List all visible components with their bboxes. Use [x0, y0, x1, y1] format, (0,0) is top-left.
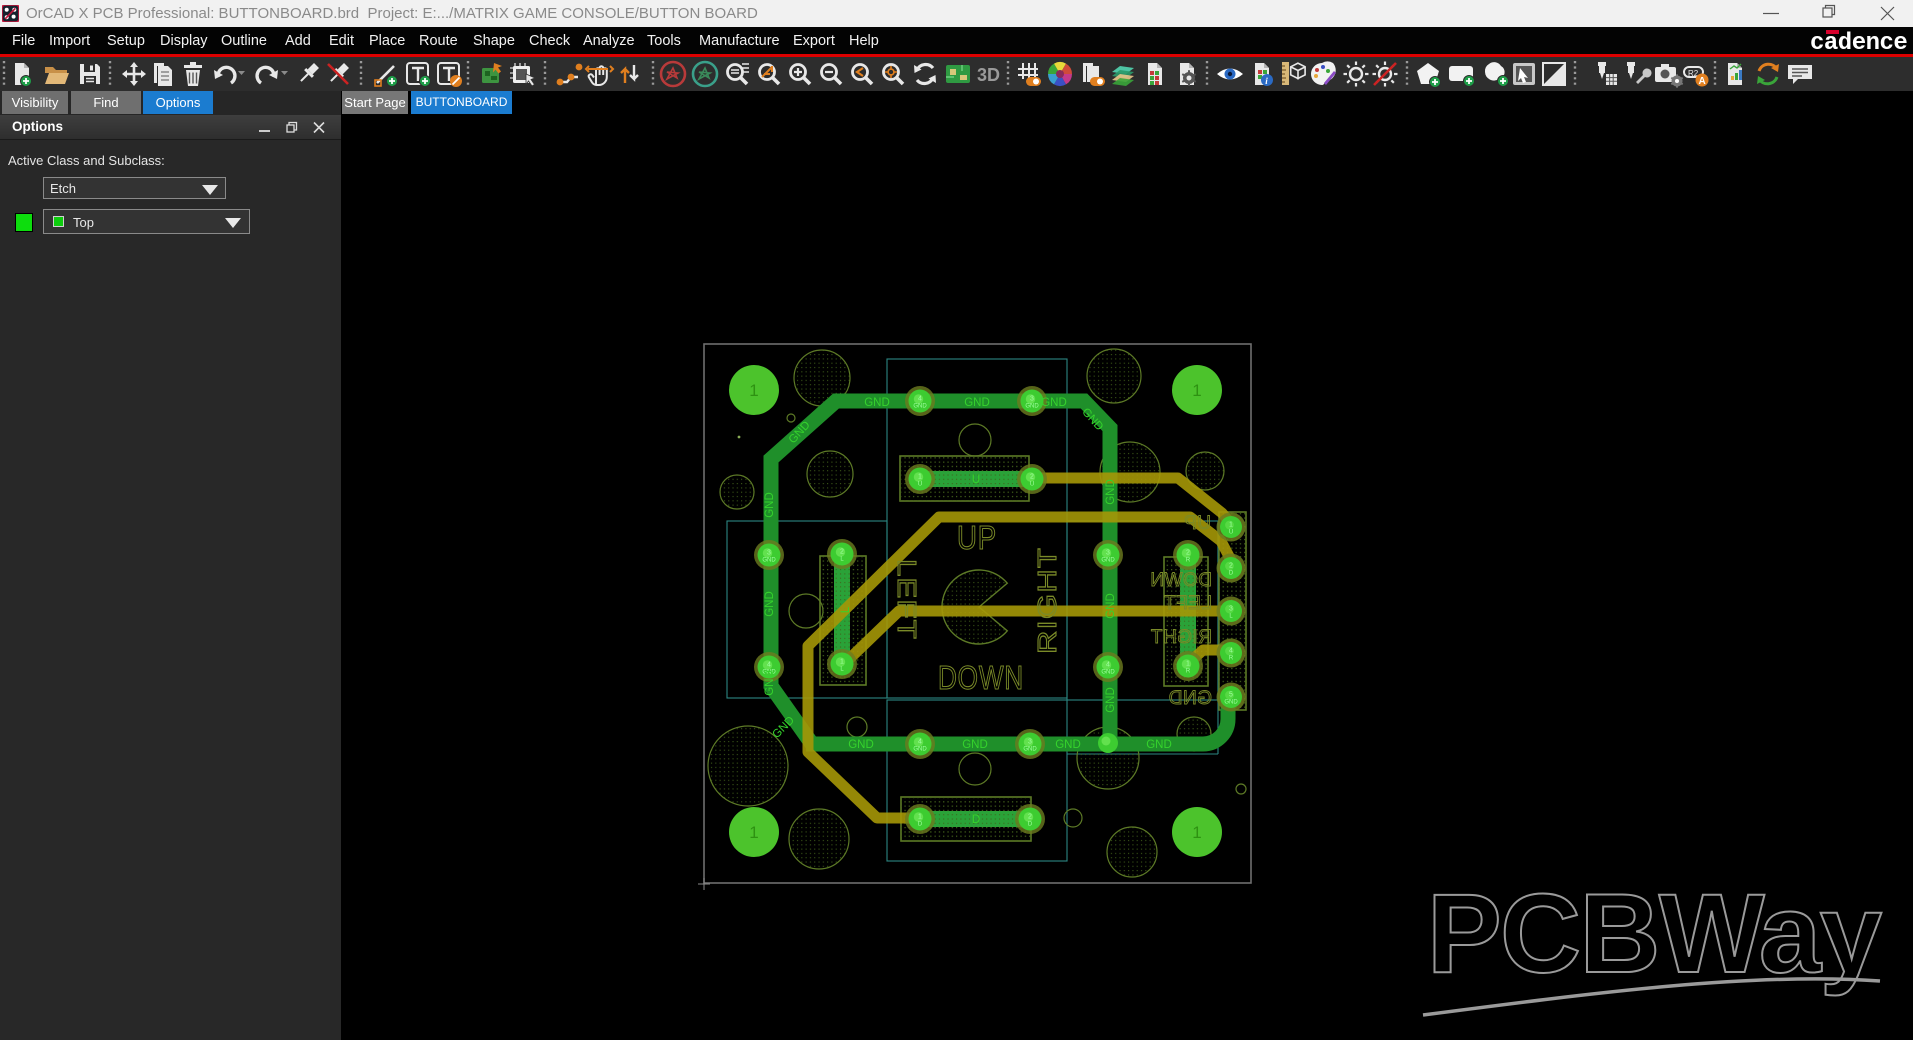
svg-text:GND: GND: [1055, 739, 1081, 751]
svg-text:U: U: [1030, 482, 1034, 488]
svg-text:GND: GND: [1168, 688, 1212, 709]
svg-text:1: 1: [749, 823, 758, 842]
svg-text:cadence: cadence: [1810, 30, 1907, 54]
svg-text:GND: GND: [1105, 687, 1117, 713]
svg-text:2: 2: [840, 549, 844, 556]
svg-text:D: D: [1229, 571, 1234, 577]
svg-text:GND: GND: [764, 591, 776, 617]
svg-text:GND: GND: [864, 397, 890, 409]
svg-text:D: D: [918, 822, 923, 828]
svg-text:GND: GND: [964, 397, 990, 409]
svg-text:UP: UP: [957, 519, 997, 556]
svg-text:D: D: [972, 814, 980, 826]
svg-text:1: 1: [749, 381, 758, 400]
svg-text:1: 1: [1192, 823, 1201, 842]
svg-text:U: U: [972, 474, 980, 486]
svg-text:A: A: [1699, 76, 1706, 87]
svg-text:L: L: [840, 606, 852, 613]
svg-text:1: 1: [840, 659, 844, 666]
svg-text:GND: GND: [913, 404, 927, 410]
svg-text:GND: GND: [913, 747, 927, 753]
svg-text:U: U: [1229, 530, 1233, 536]
svg-text:LEFT: LEFT: [1164, 593, 1212, 614]
svg-text:RIGHT: RIGHT: [1032, 547, 1062, 654]
svg-text:1: 1: [1229, 522, 1233, 529]
svg-text:GND: GND: [762, 558, 776, 564]
svg-text:1: 1: [1186, 661, 1190, 668]
svg-text:UP: UP: [1184, 513, 1211, 534]
svg-text:4: 4: [1106, 662, 1110, 669]
svg-text:U: U: [918, 482, 922, 488]
svg-text:2: 2: [1186, 550, 1190, 557]
svg-text:3: 3: [1030, 396, 1034, 403]
svg-text:3: 3: [1229, 606, 1233, 613]
svg-text:GND: GND: [764, 492, 776, 518]
svg-text:1: 1: [1192, 381, 1201, 400]
svg-text:D: D: [1028, 822, 1033, 828]
svg-text:3: 3: [1028, 739, 1032, 746]
svg-text:3: 3: [1106, 550, 1110, 557]
svg-text:GND: GND: [1023, 747, 1037, 753]
svg-text:GND: GND: [1105, 593, 1117, 619]
svg-text:3: 3: [767, 550, 771, 557]
svg-text:R: R: [1229, 656, 1234, 662]
svg-text:3D: 3D: [977, 65, 1000, 85]
svg-text:GND: GND: [1105, 479, 1117, 505]
svg-text:4: 4: [918, 396, 922, 403]
svg-text:R: R: [1186, 558, 1191, 564]
svg-text:LEFT: LEFT: [892, 559, 922, 640]
svg-text:2: 2: [1030, 474, 1034, 481]
svg-text:GND: GND: [1041, 397, 1067, 409]
svg-text:GND: GND: [848, 739, 874, 751]
svg-text:5: 5: [1229, 692, 1233, 699]
svg-text:4: 4: [1229, 648, 1233, 655]
svg-text:GND: GND: [1146, 739, 1172, 751]
svg-text:2: 2: [1028, 814, 1032, 821]
svg-text:GND: GND: [1025, 404, 1039, 410]
svg-text:GND: GND: [1224, 700, 1238, 706]
svg-text:GND: GND: [1101, 670, 1115, 676]
svg-text:RIGHT: RIGHT: [1150, 627, 1212, 648]
svg-text:DOWN: DOWN: [938, 659, 1024, 696]
svg-text:1: 1: [918, 474, 922, 481]
svg-text:4: 4: [918, 739, 922, 746]
svg-text:2: 2: [1229, 563, 1233, 570]
svg-text:1: 1: [918, 814, 922, 821]
svg-text:GND: GND: [962, 739, 988, 751]
svg-text:R: R: [1186, 669, 1191, 675]
svg-text:DOWN: DOWN: [1150, 570, 1212, 591]
svg-text:4: 4: [767, 662, 771, 669]
svg-text:GND: GND: [764, 670, 776, 696]
svg-text:GND: GND: [1101, 558, 1115, 564]
